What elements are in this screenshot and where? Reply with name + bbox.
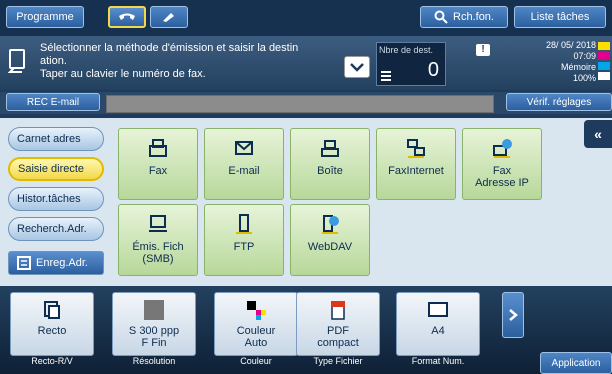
chevron-right-icon xyxy=(509,309,518,321)
programme-button[interactable]: Programme xyxy=(6,6,84,28)
device-icon xyxy=(8,49,25,73)
instruction-line2: ation. xyxy=(40,55,67,67)
tile-email[interactable]: E-mail xyxy=(204,128,284,200)
caption-resolution: Résolution xyxy=(132,356,176,366)
phone-mode-button[interactable] xyxy=(108,6,146,28)
tile-smb-label: Émis. Fich (SMB) xyxy=(132,241,184,265)
tile-ftp-label: FTP xyxy=(233,241,255,253)
caption-duplex: Recto-R/V xyxy=(31,356,73,366)
time-text: 07:09 xyxy=(573,51,596,61)
setting-color[interactable]: Couleur Auto xyxy=(214,292,298,356)
sidebar-item-job-history[interactable]: Histor.tâches xyxy=(8,187,104,211)
ip-fax-icon xyxy=(493,139,512,158)
tile-ip-fax[interactable]: Fax Adresse IP xyxy=(462,128,542,200)
chevron-down-icon xyxy=(350,63,364,72)
caption-file-type: Type Fichier xyxy=(313,356,363,366)
collapse-panel-button[interactable]: « xyxy=(584,120,612,148)
double-chevron-left-icon: « xyxy=(594,126,602,142)
address-book-icon xyxy=(17,256,31,270)
tile-box-label: Boîte xyxy=(317,165,343,177)
next-page-button[interactable] xyxy=(502,292,524,338)
resolution-icon xyxy=(144,300,164,320)
memory-value: 100% xyxy=(572,73,596,83)
tile-ip-fax-label: Fax Adresse IP xyxy=(475,165,529,189)
search-button[interactable]: Rch.fon. xyxy=(420,6,508,28)
setting-file-type[interactable]: PDF compact xyxy=(296,292,380,356)
instruction-text: Sélectionner la méthode d'émission et sa… xyxy=(40,42,340,81)
setting-resolution[interactable]: S 300 ppp F Fin xyxy=(112,292,196,356)
rec-email-button[interactable]: REC E-mail xyxy=(6,93,100,111)
setting-duplex[interactable]: Recto xyxy=(10,292,94,356)
onhook-button[interactable] xyxy=(150,6,188,28)
tile-webdav-label: WebDAV xyxy=(307,241,353,253)
check-settings-button[interactable]: Vérif. réglages xyxy=(506,93,612,111)
phone-icon xyxy=(119,13,135,20)
instruction-line3: Taper au clavier le numéro de fax. xyxy=(40,68,206,80)
tile-internet-fax[interactable]: FaxInternet xyxy=(376,128,456,200)
application-button[interactable]: Application xyxy=(540,352,612,374)
setting-file-type-value: PDF compact xyxy=(317,325,359,349)
status-info: 28/ 05/ 2018 07:09 Mémoire 100% xyxy=(506,40,596,84)
tile-smb[interactable]: Émis. Fich (SMB) xyxy=(118,204,198,276)
list-icon xyxy=(381,71,391,81)
tile-webdav[interactable]: WebDAV xyxy=(290,204,370,276)
setting-color-value: Couleur Auto xyxy=(236,325,276,349)
register-address-button[interactable]: Enreg.Adr. xyxy=(8,251,104,275)
search-icon xyxy=(434,10,448,24)
computer-icon xyxy=(149,215,167,232)
setting-scan-size[interactable]: A4 xyxy=(396,292,480,356)
destination-counter: Nbre de dest. 0 xyxy=(376,42,446,86)
tile-fax[interactable]: Fax xyxy=(118,128,198,200)
memory-label: Mémoire xyxy=(560,62,596,72)
internet-fax-icon xyxy=(407,139,425,158)
tile-internet-fax-label: FaxInternet xyxy=(388,165,444,177)
date-text: 28/ 05/ 2018 xyxy=(545,40,596,50)
tile-box[interactable]: Boîte xyxy=(290,128,370,200)
duplex-icon xyxy=(44,301,60,319)
instruction-line1: Sélectionner la méthode d'émission et sa… xyxy=(40,42,299,54)
counter-label: Nbre de dest. xyxy=(379,45,434,55)
counter-value: 0 xyxy=(427,59,439,81)
sidebar-item-address-book[interactable]: Carnet adres xyxy=(8,127,104,151)
color-mode-icon xyxy=(247,301,266,320)
toner-indicator xyxy=(598,42,610,82)
toner-cyan xyxy=(598,62,610,70)
sidebar-item-label: Histor.tâches xyxy=(17,193,81,205)
dropdown-button[interactable] xyxy=(344,56,370,78)
toner-magenta xyxy=(598,52,610,60)
envelope-icon xyxy=(235,141,253,155)
server-icon xyxy=(236,214,252,234)
tile-fax-label: Fax xyxy=(148,165,168,177)
tile-ftp[interactable]: FTP xyxy=(204,204,284,276)
box-icon xyxy=(321,140,339,157)
sidebar-item-label: Recherch.Adr. xyxy=(17,223,87,235)
toner-black xyxy=(598,72,610,80)
sidebar-item-label: Carnet adres xyxy=(17,133,81,145)
toner-yellow xyxy=(598,42,610,50)
webdav-icon xyxy=(322,215,339,234)
setting-scan-size-value: A4 xyxy=(431,325,445,337)
alert-icon[interactable]: ! xyxy=(476,44,490,56)
setting-duplex-value: Recto xyxy=(37,325,67,337)
caption-scan-size: Format Num. xyxy=(411,356,465,366)
page-size-icon xyxy=(428,302,448,317)
search-label: Rch.fon. xyxy=(453,11,494,23)
handset-icon xyxy=(163,13,174,22)
sidebar-item-direct-input[interactable]: Saisie directe xyxy=(8,157,104,181)
register-address-label: Enreg.Adr. xyxy=(36,257,88,269)
pdf-icon xyxy=(331,301,345,320)
setting-resolution-value: S 300 ppp F Fin xyxy=(128,325,180,349)
sidebar-item-address-search[interactable]: Recherch.Adr. xyxy=(8,217,104,241)
job-list-button[interactable]: Liste tâches xyxy=(514,6,606,28)
destination-input[interactable] xyxy=(106,95,494,113)
sidebar-item-label: Saisie directe xyxy=(18,163,85,175)
tile-email-label: E-mail xyxy=(228,165,260,177)
fax-icon xyxy=(149,139,167,157)
